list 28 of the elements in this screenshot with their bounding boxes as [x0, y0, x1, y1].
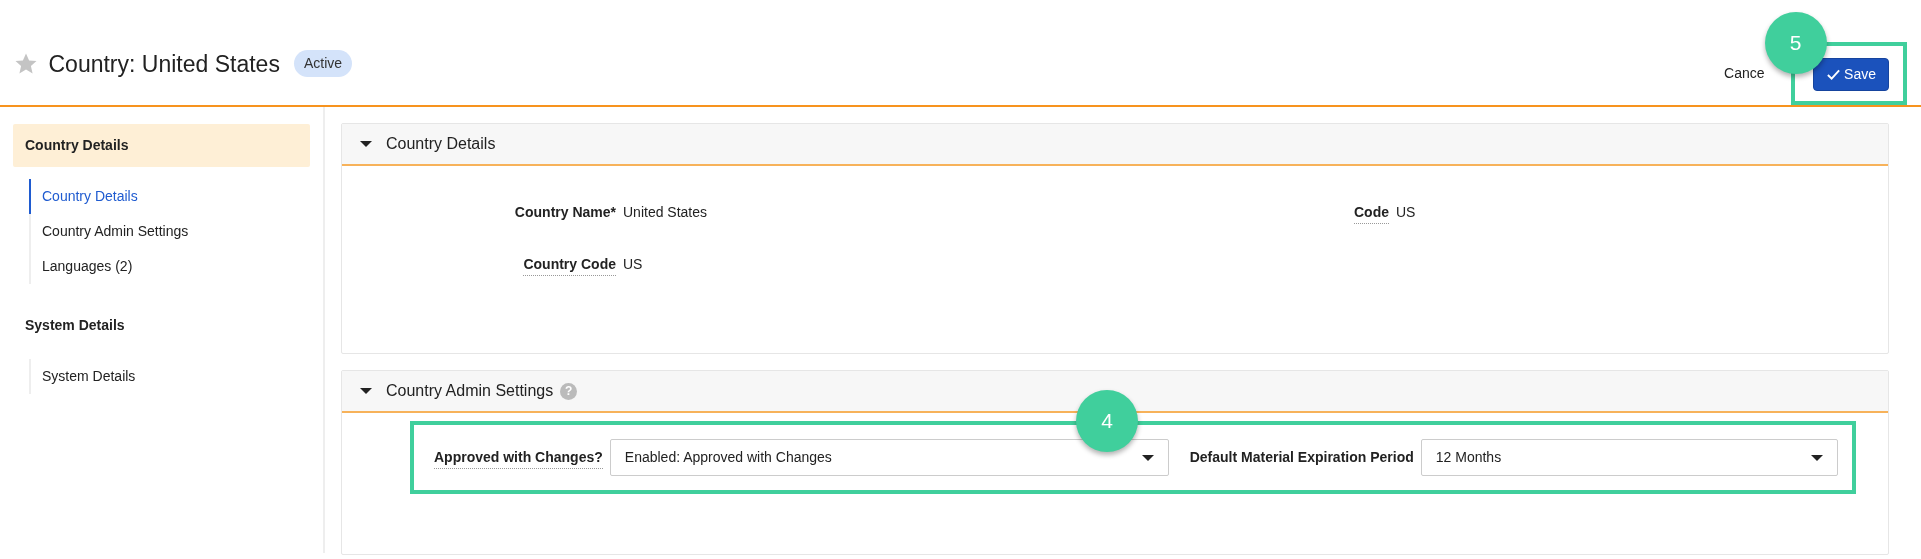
field-value: United States — [623, 203, 708, 222]
caret-icon[interactable] — [360, 141, 372, 147]
dropdown-field[interactable]: Enabled: Approved with Changes — [609, 439, 1169, 476]
field-label: Code — [1354, 202, 1389, 224]
field-label: Default Material Expiration Period — [1189, 448, 1414, 467]
sidebar-item[interactable]: Languages (2) — [29, 249, 310, 284]
status-badge: Active — [293, 50, 353, 78]
sidebar-item[interactable]: System Details — [29, 359, 310, 394]
field-value: US — [1396, 203, 1416, 222]
caret-icon — [1811, 454, 1823, 461]
sidebar-item[interactable]: Country Admin Settings — [29, 214, 310, 249]
dropdown-field[interactable]: 12 Months — [1420, 439, 1838, 476]
step-marker: 5 — [1764, 12, 1827, 74]
panel-title: Country Admin Settings — [386, 381, 554, 401]
sidebar-section[interactable]: System Details — [13, 304, 310, 347]
sidebar-item[interactable]: Country Details — [29, 179, 310, 214]
field-label: Approved with Changes? — [434, 446, 603, 469]
caret-icon — [1141, 454, 1154, 461]
save-button[interactable]: Save — [1812, 58, 1889, 91]
page-title: Country: United States — [48, 49, 280, 79]
check-icon — [1825, 67, 1841, 82]
field-label: Country Name* — [514, 203, 616, 222]
cancel-link[interactable]: Cance — [1724, 65, 1765, 81]
caret-icon[interactable] — [360, 388, 372, 394]
field-label: Country Code — [523, 254, 616, 276]
sidebar-section[interactable]: Country Details — [13, 124, 310, 167]
field-value: US — [623, 255, 643, 274]
panel-title: Country Details — [386, 134, 496, 154]
